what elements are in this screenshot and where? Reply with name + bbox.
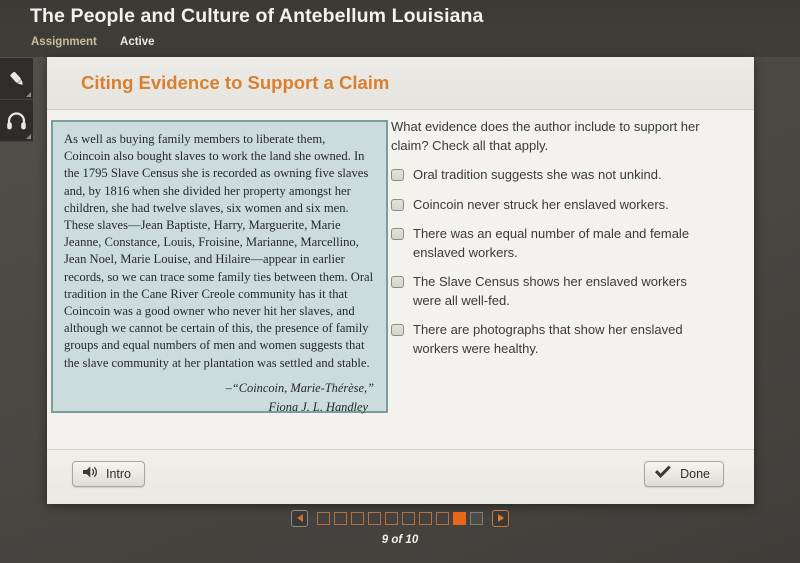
option-checkbox[interactable] <box>391 169 404 181</box>
page-dot-3[interactable] <box>351 511 364 525</box>
app-header: The People and Culture of Antebellum Lou… <box>0 0 800 57</box>
triangle-right-icon <box>497 514 504 522</box>
pagination: 9 of 10 <box>0 509 800 546</box>
page-title: The People and Culture of Antebellum Lou… <box>30 5 484 27</box>
checkmark-icon <box>654 465 672 484</box>
page-dot-9[interactable] <box>453 511 466 525</box>
highlighter-tool[interactable] <box>0 58 33 100</box>
page-dot-8[interactable] <box>436 511 449 525</box>
prev-page-button[interactable] <box>291 509 308 527</box>
passage-source: –“Coincoin, Marie-Thérèse,” <box>225 380 374 395</box>
lesson-footer: Intro Done <box>47 449 754 504</box>
passage-attribution: –“Coincoin, Marie-Thérèse,” Fiona J. L. … <box>64 379 374 417</box>
assignment-label: Assignment <box>31 36 97 48</box>
header-meta: Assignment Active <box>31 36 155 48</box>
tool-rail <box>0 58 33 142</box>
lesson-header: Citing Evidence to Support a Claim <box>47 57 754 110</box>
option-checkbox[interactable] <box>391 198 404 211</box>
option-row[interactable]: There was an equal number of male and fe… <box>391 225 721 262</box>
triangle-left-icon <box>296 514 303 522</box>
page-dot-4[interactable] <box>368 511 381 525</box>
done-button[interactable]: Done <box>644 461 724 487</box>
lesson-panel: Citing Evidence to Support a Claim As we… <box>47 57 754 504</box>
speaker-icon <box>82 465 98 484</box>
done-button-label: Done <box>680 467 710 481</box>
option-checkbox[interactable] <box>391 228 404 240</box>
next-page-button[interactable] <box>492 509 509 527</box>
passage-author: Fiona J. L. Handley <box>268 399 368 414</box>
question-prompt: What evidence does the author include to… <box>391 119 700 153</box>
status-badge: Active <box>120 36 155 48</box>
audio-tool[interactable] <box>0 100 33 142</box>
highlighter-icon <box>7 69 27 89</box>
pagination-strip <box>291 509 509 527</box>
screen: The People and Culture of Antebellum Lou… <box>0 0 800 563</box>
passage-box: As well as buying family members to libe… <box>51 120 388 414</box>
option-label: There are photographs that show her ensl… <box>413 322 683 356</box>
intro-button[interactable]: Intro <box>72 461 146 487</box>
option-row[interactable]: Coincoin never struck her enslaved worke… <box>391 196 721 215</box>
question-column: What evidence does the author include to… <box>391 118 721 369</box>
headphones-icon <box>6 111 27 130</box>
option-label: Coincoin never struck her enslaved worke… <box>413 196 669 212</box>
lesson-title: Citing Evidence to Support a Claim <box>81 72 390 93</box>
intro-button-label: Intro <box>106 467 132 481</box>
option-checkbox[interactable] <box>391 276 404 288</box>
page-dot-5[interactable] <box>385 511 398 525</box>
option-row[interactable]: The Slave Census shows her enslaved work… <box>391 273 721 310</box>
passage-text: As well as buying family members to libe… <box>64 132 374 370</box>
option-label: There was an equal number of male and fe… <box>413 226 690 260</box>
option-row[interactable]: Oral tradition suggests she was not unki… <box>391 166 721 185</box>
option-label: Oral tradition suggests she was not unki… <box>413 167 662 182</box>
page-dot-6[interactable] <box>402 511 415 525</box>
option-label: The Slave Census shows her enslaved work… <box>413 274 687 308</box>
option-checkbox[interactable] <box>391 324 404 336</box>
page-counter: 9 of 10 <box>381 534 419 546</box>
page-dot-2[interactable] <box>334 511 347 525</box>
page-dot-10[interactable] <box>470 511 483 525</box>
option-row[interactable]: There are photographs that show her ensl… <box>391 321 721 358</box>
page-dot-1[interactable] <box>317 511 330 525</box>
lesson-body: As well as buying family members to libe… <box>47 110 754 450</box>
page-dot-7[interactable] <box>419 511 432 525</box>
